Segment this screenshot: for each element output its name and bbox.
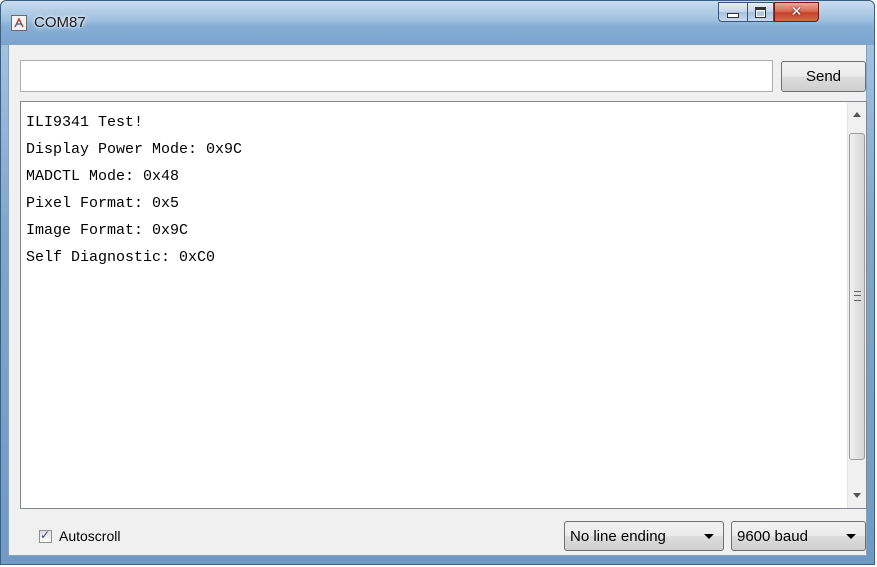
output-line: MADCTL Mode: 0x48 xyxy=(26,168,180,185)
autoscroll-toggle[interactable]: ✓ Autoscroll xyxy=(39,528,120,544)
line-ending-value: No line ending xyxy=(570,527,666,545)
autoscroll-label: Autoscroll xyxy=(59,528,121,544)
scroll-up-arrow-icon[interactable] xyxy=(848,106,866,123)
maximize-button[interactable] xyxy=(747,2,774,22)
check-icon: ✓ xyxy=(40,527,51,542)
minimize-button[interactable] xyxy=(718,2,747,22)
chevron-down-icon xyxy=(846,534,856,539)
title-bar[interactable]: COM87 ✕ xyxy=(1,1,874,45)
output-line: ILI9341 Test! xyxy=(26,114,144,131)
chevron-down-icon xyxy=(704,534,714,539)
window-title: COM87 xyxy=(34,14,86,31)
output-line: Self Diagnostic: 0xC0 xyxy=(26,249,216,266)
baud-rate-select[interactable]: 9600 baud xyxy=(731,521,866,551)
close-button[interactable]: ✕ xyxy=(774,2,819,22)
output-line: Pixel Format: 0x5 xyxy=(26,195,180,212)
output-line: Display Power Mode: 0x9C xyxy=(26,141,243,158)
scrollbar-thumb[interactable] xyxy=(849,133,865,460)
close-icon: ✕ xyxy=(790,4,803,20)
send-input[interactable] xyxy=(20,60,773,92)
arduino-app-icon xyxy=(11,15,27,31)
baud-rate-value: 9600 baud xyxy=(737,527,808,545)
scroll-down-arrow-icon[interactable] xyxy=(848,487,866,504)
grip-icon xyxy=(854,291,861,301)
serial-output[interactable]: ILI9341 Test! Display Power Mode: 0x9C M… xyxy=(20,101,867,509)
output-lines: ILI9341 Test! Display Power Mode: 0x9C M… xyxy=(26,114,242,276)
line-ending-select[interactable]: No line ending xyxy=(564,521,724,551)
maximize-icon xyxy=(755,6,766,18)
minimize-icon xyxy=(727,13,739,18)
send-button[interactable]: Send xyxy=(781,61,866,92)
autoscroll-checkbox[interactable]: ✓ xyxy=(39,527,52,543)
output-line: Image Format: 0x9C xyxy=(26,222,189,239)
vertical-scrollbar[interactable] xyxy=(847,102,866,508)
